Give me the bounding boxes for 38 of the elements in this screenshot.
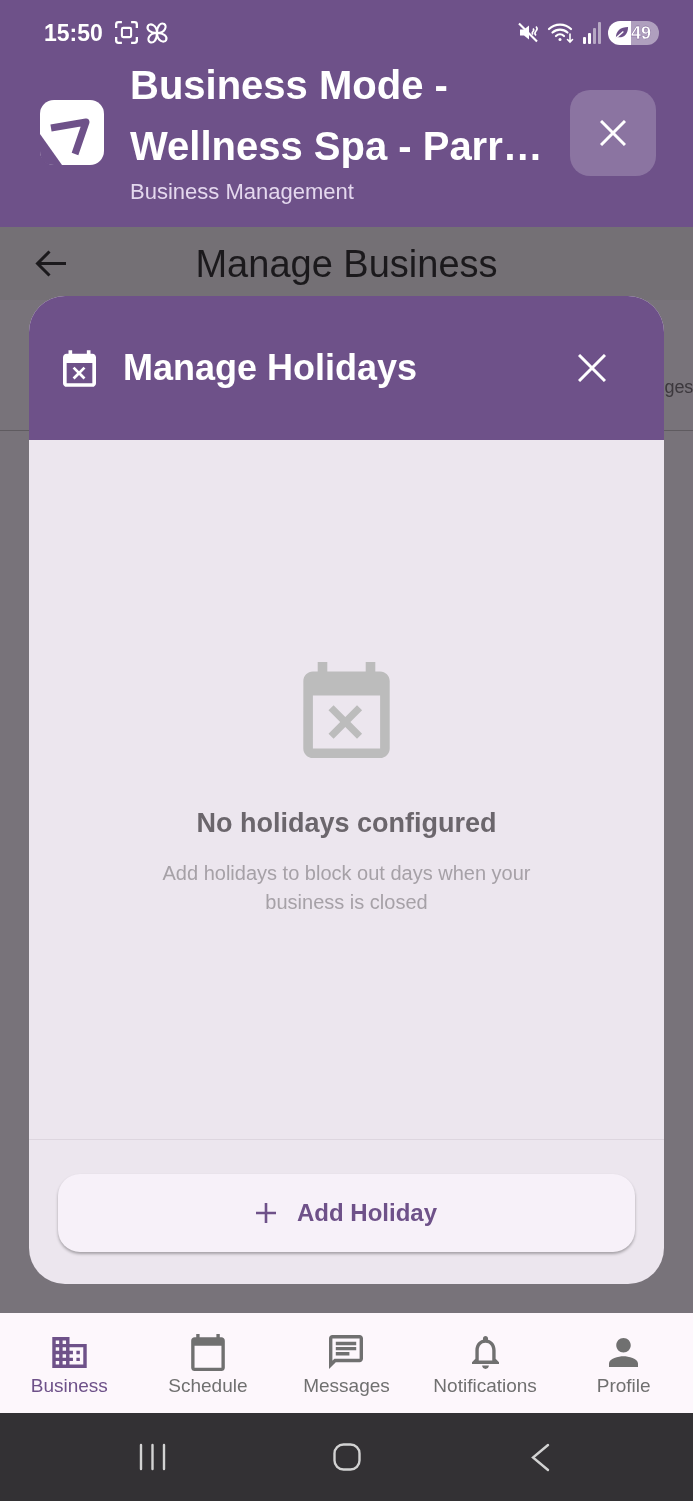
pinwheel-icon [144, 20, 169, 45]
calendar-x-icon [63, 349, 96, 387]
empty-state-title: No holidays configured [196, 807, 497, 839]
app-title: Business Mode - Wellness Spa - Parr… [130, 62, 544, 170]
person-icon [609, 1337, 639, 1367]
app-subtitle: Business Management [130, 178, 355, 206]
nav-tab[interactable]: Business [0, 1313, 139, 1413]
nav-tab[interactable]: Messages [277, 1313, 416, 1413]
close-icon [578, 354, 606, 382]
leaf-icon [614, 25, 629, 40]
empty-state-message: Add holidays to block out days when your business is closed [161, 861, 532, 915]
business-icon [51, 1336, 87, 1368]
signal-icon [583, 21, 601, 44]
back-button[interactable] [35, 250, 66, 277]
dialog-title: Manage Holidays [123, 346, 418, 390]
bell-icon [471, 1335, 499, 1369]
chat-icon [329, 1335, 364, 1369]
tab-label[interactable]: ges [664, 375, 693, 399]
add-holiday-button[interactable]: Add Holiday [58, 1174, 635, 1252]
nav-tab[interactable]: Schedule [138, 1313, 278, 1413]
recent-apps-icon [139, 1443, 166, 1471]
mute-icon [518, 22, 540, 43]
calendar-x-icon [303, 662, 390, 758]
back-arrow-icon [35, 250, 66, 277]
home-icon [332, 1443, 361, 1471]
status-time: 15:50 [44, 19, 103, 46]
page-title: Manage Business [195, 241, 498, 286]
screenshot-icon [114, 21, 138, 44]
nav-tab[interactable]: Profile [554, 1313, 693, 1413]
close-button[interactable] [570, 90, 656, 176]
app-logo [40, 100, 104, 165]
back-chevron-icon [531, 1442, 550, 1472]
close-button[interactable] [578, 354, 606, 382]
nav-tab[interactable]: Notifications [415, 1313, 555, 1413]
battery-level: 49 [631, 22, 652, 43]
plus-icon [256, 1203, 276, 1223]
close-icon [600, 120, 626, 146]
calendar-icon [190, 1333, 225, 1371]
